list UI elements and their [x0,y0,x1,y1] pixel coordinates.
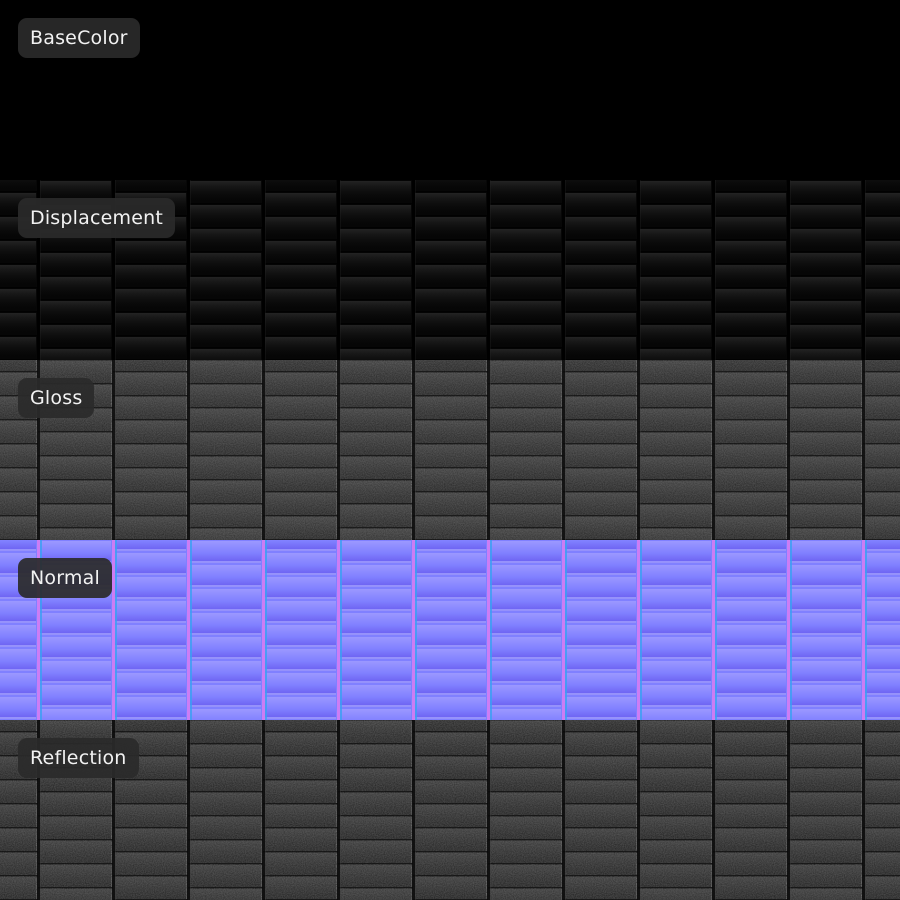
displacement-label: Displacement [18,198,176,238]
normal-label: Normal [18,558,112,598]
basecolor-label: BaseColor [18,18,140,58]
normal-map-panel: Normal [0,540,900,720]
reflection-map-panel: Reflection [0,720,900,900]
reflection-label: Reflection [18,738,139,778]
texture-map-sheet: BaseColor Displacement Gloss Normal Refl… [0,0,900,900]
basecolor-map-panel: BaseColor [0,0,900,180]
gloss-label: Gloss [18,378,95,418]
normal-texture [0,540,900,720]
gloss-texture [0,360,900,540]
displacement-map-panel: Displacement [0,180,900,360]
gloss-map-panel: Gloss [0,360,900,540]
